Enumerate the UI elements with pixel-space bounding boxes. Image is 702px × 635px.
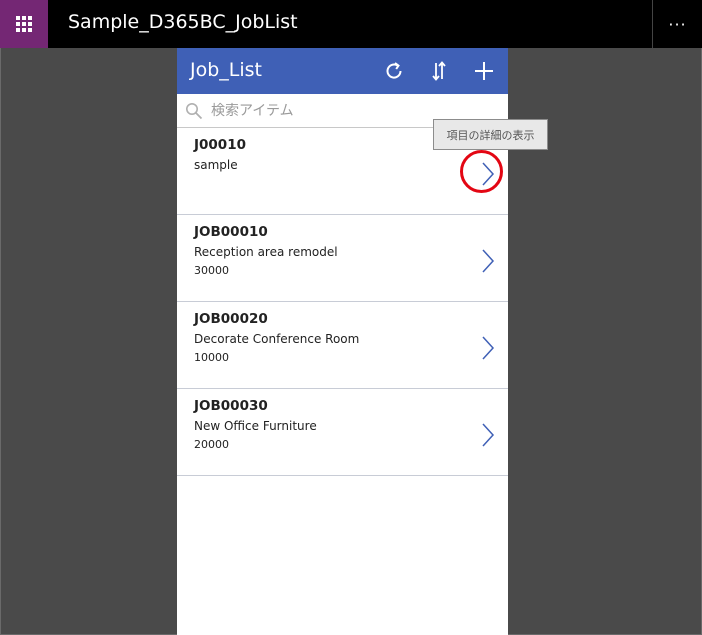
more-options-button[interactable]: ··· [652,0,702,48]
list-item[interactable]: JOB00030 New Office Furniture 20000 [177,389,508,476]
highlight-circle-annotation [460,150,503,193]
search-icon [186,103,203,120]
job-amount: 20000 [194,438,229,451]
refresh-button[interactable] [381,58,407,84]
job-description: Reception area remodel [194,245,338,259]
screen-header: Job_List [177,48,508,94]
ellipsis-icon: ··· [668,14,687,34]
job-description: New Office Furniture [194,419,317,433]
waffle-icon [16,16,32,32]
add-item-button[interactable] [471,58,497,84]
job-description: sample [194,158,238,172]
job-number: JOB00030 [194,398,268,414]
refresh-icon [386,62,402,79]
job-amount: 30000 [194,264,229,277]
app-title: Sample_D365BC_JobList [68,11,298,33]
list-item[interactable]: JOB00010 Reception area remodel 30000 [177,215,508,302]
chevron-right-icon[interactable] [480,248,496,274]
chevron-right-icon[interactable] [480,422,496,448]
view-details-tooltip: 項目の詳細の表示 [433,119,548,150]
job-number: JOB00010 [194,224,268,240]
job-number: J00010 [194,137,246,153]
screen-title: Job_List [190,59,263,81]
list-item[interactable]: JOB00020 Decorate Conference Room 10000 [177,302,508,389]
job-amount: 10000 [194,351,229,364]
job-description: Decorate Conference Room [194,332,360,346]
sort-icon [432,61,446,81]
app-top-bar: Sample_D365BC_JobList ··· [0,0,702,48]
sort-button[interactable] [426,58,452,84]
add-icon [475,62,493,80]
app-launcher-button[interactable] [0,0,48,48]
job-number: JOB00020 [194,311,268,327]
chevron-right-icon[interactable] [480,335,496,361]
